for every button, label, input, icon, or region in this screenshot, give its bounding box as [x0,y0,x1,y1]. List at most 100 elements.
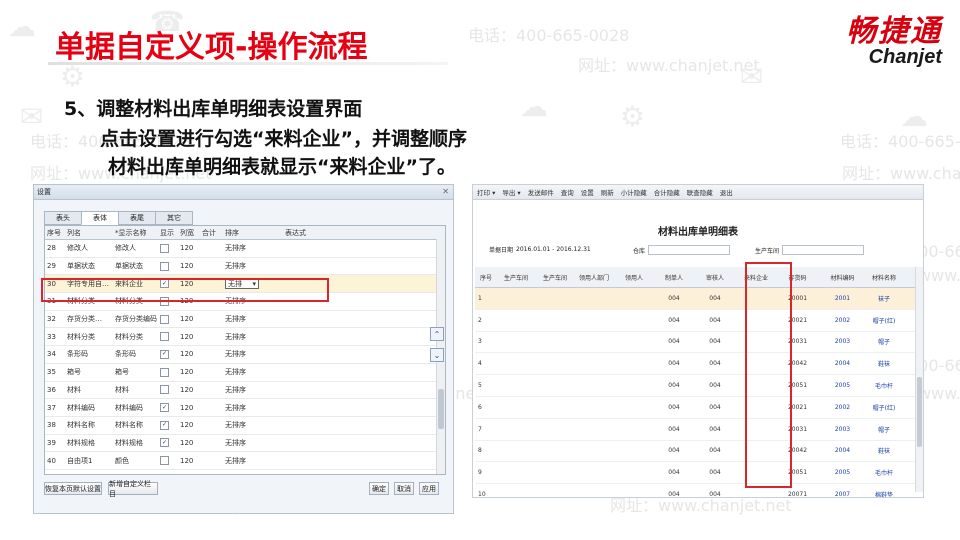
row-column-name: 修改人 [67,244,88,253]
checkbox-unchecked[interactable] [160,385,169,395]
checkbox-checked[interactable]: ✓ [160,403,169,413]
checkbox-unchecked[interactable] [160,367,169,377]
checkbox-unchecked[interactable] [160,243,169,253]
report-column-header[interactable]: 制单人 [655,267,693,287]
move-up-button[interactable]: ⌃ [430,327,444,341]
report-row[interactable]: 7 004 004 20031 2003 帽子 [475,419,915,441]
report-row[interactable]: 2 004 004 20021 2002 帽子(红) [475,310,915,332]
checkbox-unchecked[interactable] [160,456,169,466]
grid-row[interactable]: 33 材料分类 材料分类 120 无排序 [45,328,445,347]
step-line-2: 点击设置进行勾选“来料企业”，并调整顺序 [100,128,467,150]
report-row[interactable]: 8 004 004 20042 2004 鞋袜 [475,441,915,463]
report-cell: 2004 [834,360,851,368]
tab-1[interactable]: 表头 [44,211,82,225]
tab-3[interactable]: 表尾 [118,211,156,225]
report-cell [497,375,535,396]
report-column-header[interactable]: 领用人 [613,267,655,287]
report-cell [613,441,655,462]
report-row[interactable]: 3 004 004 20031 2003 帽子 [475,332,915,354]
toolbar-button-4[interactable]: 查询 [561,187,574,197]
grid-row[interactable]: 40 自由项1 颜色 120 无排序 [45,452,445,470]
report-row[interactable]: 6 004 004 20021 2002 帽子(红) [475,397,915,419]
report-column-header[interactable]: 序号 [475,267,497,287]
toolbar-button-8[interactable]: 合计隐藏 [654,187,680,197]
grid-column-header[interactable]: 显示 [160,226,178,239]
report-column-header[interactable]: 领用人部门 [575,267,613,287]
grid-column-header[interactable]: 表达式 [285,226,345,239]
toolbar-button-3[interactable]: 发送邮件 [528,187,554,197]
move-down-button[interactable]: ⌄ [430,348,444,362]
filter-warehouse-input[interactable] [648,245,731,255]
toolbar-button-7[interactable]: 小计隐藏 [621,187,647,197]
grid-scroll-thumb[interactable] [438,389,444,429]
tab-4[interactable]: 其它 [155,211,193,225]
cancel-button[interactable]: 取消 [394,482,414,495]
ok-button[interactable]: 确定 [369,482,389,495]
grid-row[interactable]: 35 箱号 箱号 120 无排序 [45,364,445,382]
grid-row[interactable]: 37 材料编码 材料编码 ✓ 120 无排序 [45,399,445,417]
restore-defaults-button[interactable]: 恢复本页默认设置 [44,482,102,495]
row-column-name: 箱号 [67,368,81,377]
toolbar-button-5[interactable]: 设置 [581,187,594,197]
report-cell [575,332,613,353]
report-cell [535,310,575,331]
grid-column-header[interactable]: 排序 [225,226,283,239]
checkbox-unchecked[interactable] [160,332,169,342]
report-row[interactable]: 5 004 004 20051 2005 毛巾杆 [475,375,915,397]
toolbar-button-9[interactable]: 联查隐藏 [687,187,713,197]
grid-row[interactable]: 39 材料规格 材料规格 ✓ 120 无排序 [45,435,445,453]
grid-row[interactable]: 32 存货分类… 存货分类编码 120 无排序 [45,311,445,329]
close-icon[interactable]: ✕ [442,185,449,199]
report-column-header[interactable]: 审核人 [693,267,737,287]
brand-chinese: 畅捷通 [846,14,942,49]
filter-workshop-input[interactable] [782,245,865,255]
report-cell [497,310,535,331]
report-cell: 004 [709,294,721,302]
grid-column-header[interactable]: 合计 [202,226,222,239]
tab-2[interactable]: 表体 [81,211,119,225]
report-scroll-thumb[interactable] [917,377,922,447]
report-column-header[interactable]: 材料编码 [820,267,865,287]
settings-dialog: 设置 ✕ 表头 表体 表尾 其它 序号 列名 *显示名称 显示 列宽 合计 排序 表达式 28 修改人 修… [33,184,454,514]
checkbox-checked[interactable]: ✓ [160,420,169,430]
grid-row[interactable]: 28 修改人 修改人 120 无排序 [45,240,445,258]
report-toolbar: 打印 ▾ 导出 ▾ 发送邮件 查询 设置 刷新 小计隐藏 合计隐藏 联查隐藏 退出 [473,185,923,200]
report-scrollbar[interactable] [915,267,923,492]
report-column-header[interactable]: 生产车间 [535,267,575,287]
apply-button[interactable]: 应用 [419,482,439,495]
toolbar-button-10[interactable]: 退出 [720,187,733,197]
report-cell: 2003 [834,425,851,433]
grid-column-header[interactable]: 列宽 [180,226,200,239]
report-cell: 004 [709,403,721,411]
grid-column-header[interactable]: 序号 [47,226,67,239]
report-row[interactable]: 1 004 004 20001 2001 袜子 [475,288,915,310]
report-column-header[interactable]: 材料名称 [865,267,903,287]
grid-row[interactable]: 29 单据状态 单据状态 120 无排序 [45,258,445,276]
row-width: 120 [180,456,194,465]
report-row[interactable]: 10 004 004 20071 2007 棉鞋垫 [475,484,915,497]
grid-row[interactable]: 36 材料 材料 120 无排序 [45,382,445,400]
report-cell [497,462,535,483]
grid-column-header[interactable]: 列名 [67,226,113,239]
grid-row[interactable]: 38 材料名称 材料名称 ✓ 120 无排序 [45,417,445,435]
report-cell: 004 [668,338,680,346]
filter-date-value: 2016.01.01 - 2016.12.31 [516,246,591,253]
row-width: 120 [180,350,194,359]
checkbox-unchecked[interactable] [160,314,169,324]
add-custom-column-button[interactable]: 新增自定义栏目 [108,480,158,498]
toolbar-button-6[interactable]: 刷新 [601,187,614,197]
grid-row[interactable]: 34 条形码 条形码 ✓ 120 无排序 [45,346,445,364]
toolbar-button-1[interactable]: 打印 ▾ [477,187,495,197]
row-number: 29 [47,262,56,271]
report-column-header[interactable]: 生产车间 [497,267,535,287]
report-row[interactable]: 4 004 004 20042 2004 鞋袜 [475,353,915,376]
report-row[interactable]: 9 004 004 20051 2005 毛巾杆 [475,462,915,485]
toolbar-button-2[interactable]: 导出 ▾ [502,187,520,197]
checkbox-checked[interactable]: ✓ [160,438,169,448]
row-column-name: 条形码 [67,350,88,359]
grid-column-header[interactable]: *显示名称 [115,226,159,239]
checkbox-unchecked[interactable] [160,261,169,271]
report-cell [497,484,535,497]
checkbox-checked[interactable]: ✓ [160,349,169,359]
report-cell [535,441,575,462]
